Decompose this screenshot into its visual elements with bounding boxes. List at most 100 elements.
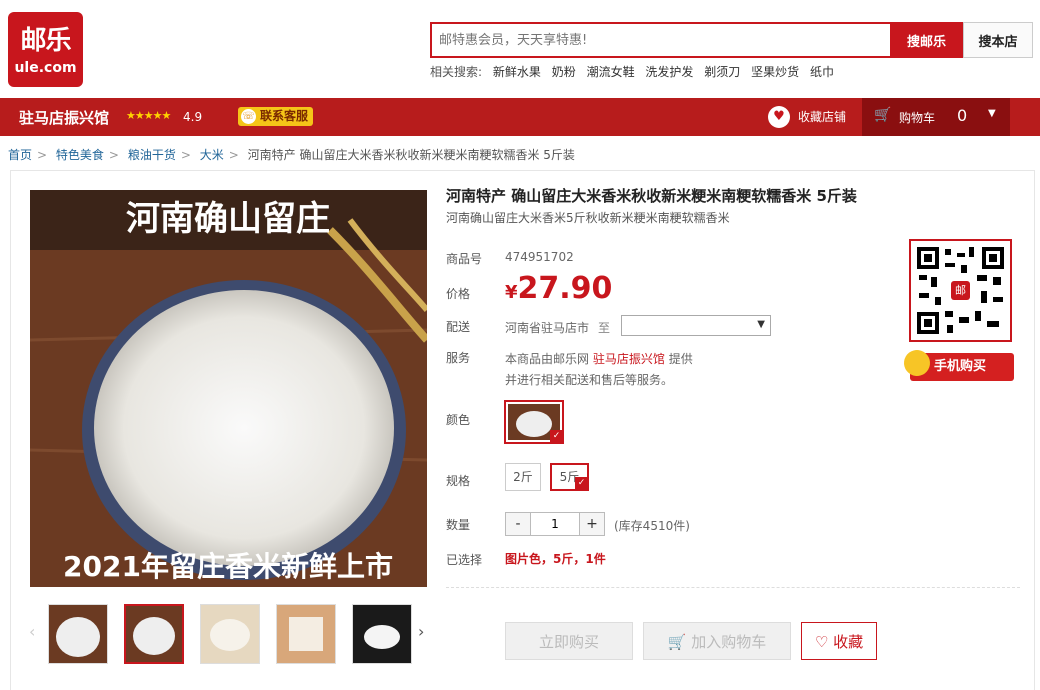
quantity-input[interactable] bbox=[530, 512, 580, 536]
cart-label: 购物车 bbox=[899, 111, 936, 125]
thumb-next-icon[interactable]: › bbox=[418, 622, 424, 641]
related-search-label: 相关搜索: bbox=[430, 65, 483, 79]
search-bar: 搜邮乐 搜本店 bbox=[430, 22, 1033, 58]
breadcrumb-link[interactable]: 特色美食 bbox=[56, 148, 104, 162]
logo-text-cn: 邮乐 bbox=[20, 26, 71, 56]
check-icon: ✓ bbox=[575, 477, 588, 490]
image-caption-bottom: 2021年留庄香米新鲜上市 bbox=[63, 550, 393, 583]
site-header: 邮乐 ule.com 搜邮乐 搜本店 相关搜索: 新鲜水果 奶粉 潮流女鞋 洗发… bbox=[0, 0, 1040, 98]
thumbnail-active[interactable] bbox=[124, 604, 184, 664]
quantity-increment-button[interactable]: + bbox=[579, 512, 605, 536]
spec-option[interactable]: 2斤 bbox=[505, 463, 541, 491]
color-label: 颜色 bbox=[446, 413, 471, 427]
divider bbox=[446, 587, 1020, 588]
shipping-label: 配送 bbox=[446, 320, 471, 334]
cart-button[interactable]: 🛒 购物车 0 ▼ bbox=[862, 98, 1010, 136]
logo-text-en: ule.com bbox=[14, 60, 77, 76]
related-search-keyword[interactable]: 纸巾 bbox=[810, 65, 834, 79]
product-title: 河南特产 确山留庄大米香米秋收新米粳米南粳软糯香米 5斤装 bbox=[446, 187, 857, 205]
chevron-down-icon: ▼ bbox=[988, 108, 996, 119]
customer-service-button[interactable]: ☏ 联系客服 bbox=[238, 107, 314, 126]
quantity-decrement-button[interactable]: - bbox=[505, 512, 531, 536]
thumbnail[interactable] bbox=[276, 604, 336, 664]
spec-label: 规格 bbox=[446, 474, 471, 488]
selected-summary: 图片色，5斤，1件 bbox=[505, 552, 606, 566]
related-search-keyword[interactable]: 新鲜水果 bbox=[493, 65, 541, 79]
heart-outline-icon: ♡ bbox=[814, 632, 829, 651]
favorite-store-button[interactable]: ♥ 收藏店铺 bbox=[768, 106, 846, 128]
chevron-down-icon: ▼ bbox=[757, 319, 765, 330]
related-search-keyword[interactable]: 潮流女鞋 bbox=[587, 65, 635, 79]
qr-badge: 邮 bbox=[951, 281, 970, 300]
service-line-1: 本商品由邮乐网 驻马店振兴馆 提供 bbox=[505, 350, 693, 367]
related-search-keyword[interactable]: 洗发护发 bbox=[645, 65, 693, 79]
rice-bowl-image: 河南确山留庄 2021年留庄香米新鲜上市 bbox=[30, 190, 427, 587]
breadcrumb: 首页 > 特色美食 > 粮油干货 > 大米 > 河南特产 确山留庄大米香米秋收新米粳米南… bbox=[8, 146, 575, 163]
store-name[interactable]: 驻马店振兴馆 bbox=[19, 107, 109, 128]
breadcrumb-separator: > bbox=[228, 148, 239, 162]
thumbnail-image bbox=[277, 605, 335, 663]
product-main-image[interactable]: 河南确山留庄 2021年留庄香米新鲜上市 bbox=[30, 190, 427, 587]
shipping-from: 河南省驻马店市 bbox=[505, 321, 590, 335]
thumbnail-image bbox=[353, 605, 411, 663]
price-currency: ¥ bbox=[505, 282, 518, 303]
color-option-selected[interactable]: ✓ bbox=[504, 400, 564, 444]
customer-service-icon: ☏ bbox=[241, 109, 256, 124]
search-ule-button[interactable]: 搜邮乐 bbox=[890, 22, 963, 58]
image-caption-top: 河南确山留庄 bbox=[126, 199, 330, 239]
add-to-cart-button[interactable]: 🛒 加入购物车 bbox=[643, 622, 791, 660]
qr-code: 邮 bbox=[909, 239, 1012, 342]
service-line-2: 并进行相关配送和售后等服务。 bbox=[505, 373, 674, 387]
thumbnail[interactable] bbox=[352, 604, 412, 664]
thumbnail-strip bbox=[30, 604, 440, 664]
search-input[interactable] bbox=[430, 22, 892, 58]
customer-service-label: 联系客服 bbox=[260, 109, 309, 123]
price-value: 27.90 bbox=[517, 271, 613, 306]
cart-icon: 🛒 bbox=[874, 107, 892, 123]
breadcrumb-link[interactable]: 大米 bbox=[200, 148, 224, 162]
thumbnail-image bbox=[126, 606, 182, 662]
sku-label: 商品号 bbox=[446, 252, 483, 266]
breadcrumb-separator: > bbox=[180, 148, 191, 162]
favorite-store-label: 收藏店铺 bbox=[798, 110, 847, 124]
related-search-keyword[interactable]: 奶粉 bbox=[552, 65, 576, 79]
thumbnail-image bbox=[49, 605, 107, 663]
service-prefix: 本商品由邮乐网 bbox=[505, 352, 590, 366]
related-search-keyword[interactable]: 剃须刀 bbox=[704, 65, 740, 79]
collect-button[interactable]: ♡ 收藏 bbox=[801, 622, 877, 660]
quantity-label: 数量 bbox=[446, 518, 471, 532]
thumbnail[interactable] bbox=[200, 604, 260, 664]
mobile-buy-badge[interactable]: 手机购买 bbox=[901, 347, 1014, 384]
selected-label: 已选择 bbox=[446, 553, 483, 567]
thumbnail-image bbox=[201, 605, 259, 663]
cart-icon: 🛒 bbox=[667, 632, 687, 651]
price-label: 价格 bbox=[446, 287, 471, 301]
breadcrumb-separator: > bbox=[37, 148, 48, 162]
breadcrumb-link[interactable]: 首页 bbox=[8, 148, 32, 162]
store-bar: 驻马店振兴馆 ★★★★★ 4.9 ☏ 联系客服 ♥ 收藏店铺 🛒 购物车 0 ▼ bbox=[0, 98, 1040, 136]
breadcrumb-link[interactable]: 粮油干货 bbox=[128, 148, 176, 162]
spec-option-selected[interactable]: 5斤 ✓ bbox=[550, 463, 589, 491]
search-store-button[interactable]: 搜本店 bbox=[963, 22, 1033, 58]
thumbnail[interactable] bbox=[48, 604, 108, 664]
rating-score: 4.9 bbox=[183, 110, 203, 124]
check-icon: ✓ bbox=[550, 430, 563, 443]
price: ¥27.90 bbox=[505, 271, 612, 306]
ule-logo[interactable]: 邮乐 ule.com bbox=[8, 12, 83, 87]
breadcrumb-separator: > bbox=[108, 148, 119, 162]
related-search: 相关搜索: 新鲜水果 奶粉 潮流女鞋 洗发护发 剃须刀 坚果炒货 纸巾 bbox=[430, 63, 841, 80]
add-to-cart-label: 加入购物车 bbox=[691, 632, 767, 651]
buy-now-button[interactable]: 立即购买 bbox=[505, 622, 633, 660]
service-label: 服务 bbox=[446, 351, 471, 365]
shipping-destination-select[interactable]: ▼ bbox=[621, 315, 771, 336]
service-suffix: 提供 bbox=[668, 352, 693, 366]
shipping-to-label: 至 bbox=[598, 321, 611, 335]
sku-value: 474951702 bbox=[505, 250, 574, 264]
product-subtitle: 河南确山留庄大米香米5斤秋收新米粳米南粳软糯香米 bbox=[446, 211, 730, 225]
stock-count: (库存4510件) bbox=[614, 519, 690, 533]
related-search-keyword[interactable]: 坚果炒货 bbox=[751, 65, 799, 79]
breadcrumb-current: 河南特产 确山留庄大米香米秋收新米粳米南粳软糯香米 5斤装 bbox=[247, 148, 575, 162]
heart-icon: ♥ bbox=[768, 106, 790, 128]
rating-stars: ★★★★★ bbox=[126, 109, 171, 122]
service-store-link[interactable]: 驻马店振兴馆 bbox=[593, 352, 665, 366]
